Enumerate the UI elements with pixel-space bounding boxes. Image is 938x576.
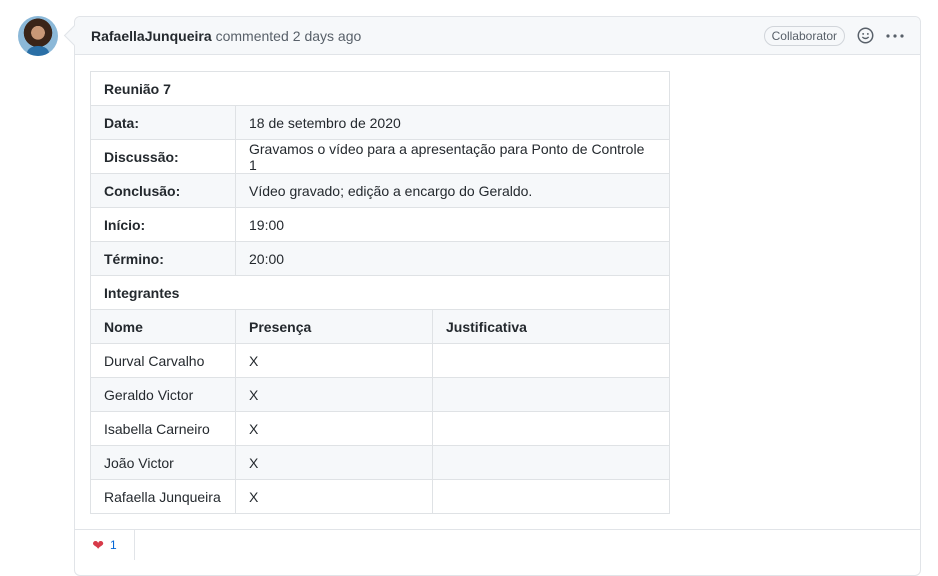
field-value: 20:00 bbox=[235, 241, 670, 276]
table-row: Data: 18 de setembro de 2020 bbox=[90, 105, 670, 140]
table-row: Início: 19:00 bbox=[90, 207, 670, 242]
table-row: Conclusão: Vídeo gravado; edição a encarg… bbox=[90, 173, 670, 208]
member-presence: X bbox=[235, 377, 433, 412]
timestamp-link[interactable]: 2 days ago bbox=[293, 28, 362, 44]
member-presence: X bbox=[235, 411, 433, 446]
column-header: Justificativa bbox=[432, 309, 670, 344]
kebab-horizontal-icon[interactable] bbox=[886, 33, 904, 39]
member-justification bbox=[432, 479, 670, 514]
field-label: Início: bbox=[90, 207, 236, 242]
member-justification bbox=[432, 411, 670, 446]
author-link[interactable]: RafaellaJunqueira bbox=[91, 28, 212, 44]
member-justification bbox=[432, 445, 670, 480]
member-name: Isabella Carneiro bbox=[90, 411, 236, 446]
member-name: Geraldo Victor bbox=[90, 377, 236, 412]
member-name: Rafaella Junqueira bbox=[90, 479, 236, 514]
member-presence: X bbox=[235, 445, 433, 480]
meeting-title: Reunião 7 bbox=[90, 71, 670, 106]
reactions-bar: ❤ 1 bbox=[75, 529, 920, 570]
member-name: João Victor bbox=[90, 445, 236, 480]
table-row: Integrantes bbox=[90, 275, 670, 310]
column-header: Presença bbox=[235, 309, 433, 344]
field-label: Conclusão: bbox=[90, 173, 236, 208]
reaction-button[interactable]: ❤ 1 bbox=[75, 530, 135, 560]
table-row: Durval Carvalho X bbox=[90, 343, 670, 378]
column-header: Nome bbox=[90, 309, 236, 344]
table-row: Isabella Carneiro X bbox=[90, 411, 670, 446]
section-title: Integrantes bbox=[90, 275, 670, 310]
field-value: 19:00 bbox=[235, 207, 670, 242]
table-row: Geraldo Victor X bbox=[90, 377, 670, 412]
table-row: Término: 20:00 bbox=[90, 241, 670, 276]
table-row: Discussão: Gravamos o vídeo para a aprese… bbox=[90, 139, 670, 174]
member-presence: X bbox=[235, 479, 433, 514]
field-label: Discussão: bbox=[90, 139, 236, 174]
table-row: Reunião 7 bbox=[90, 71, 670, 106]
comment-action: commented bbox=[215, 27, 289, 44]
comment-body: Reunião 7 Data: 18 de setembro de 2020 Disc… bbox=[75, 55, 920, 530]
meeting-table: Reunião 7 Data: 18 de setembro de 2020 Disc… bbox=[90, 71, 670, 514]
member-name: Durval Carvalho bbox=[90, 343, 236, 378]
comment-header: RafaellaJunqueira commented 2 days ago C… bbox=[75, 17, 920, 55]
reaction-count: 1 bbox=[110, 538, 117, 552]
member-justification bbox=[432, 377, 670, 412]
table-header-row: Nome Presença Justificativa bbox=[90, 309, 670, 344]
member-presence: X bbox=[235, 343, 433, 378]
table-row: Rafaella Junqueira X bbox=[90, 479, 670, 514]
field-value: Vídeo gravado; edição a encargo do Geral… bbox=[235, 173, 670, 208]
smiley-icon[interactable] bbox=[857, 27, 874, 44]
field-label: Data: bbox=[90, 105, 236, 140]
comment-box: RafaellaJunqueira commented 2 days ago C… bbox=[63, 16, 921, 576]
field-label: Término: bbox=[90, 241, 236, 276]
field-value: Gravamos o vídeo para a apresentação par… bbox=[235, 139, 670, 174]
avatar[interactable] bbox=[18, 16, 58, 56]
member-justification bbox=[432, 343, 670, 378]
table-row: João Victor X bbox=[90, 445, 670, 480]
field-value: 18 de setembro de 2020 bbox=[235, 105, 670, 140]
collaborator-badge: Collaborator bbox=[763, 25, 845, 46]
